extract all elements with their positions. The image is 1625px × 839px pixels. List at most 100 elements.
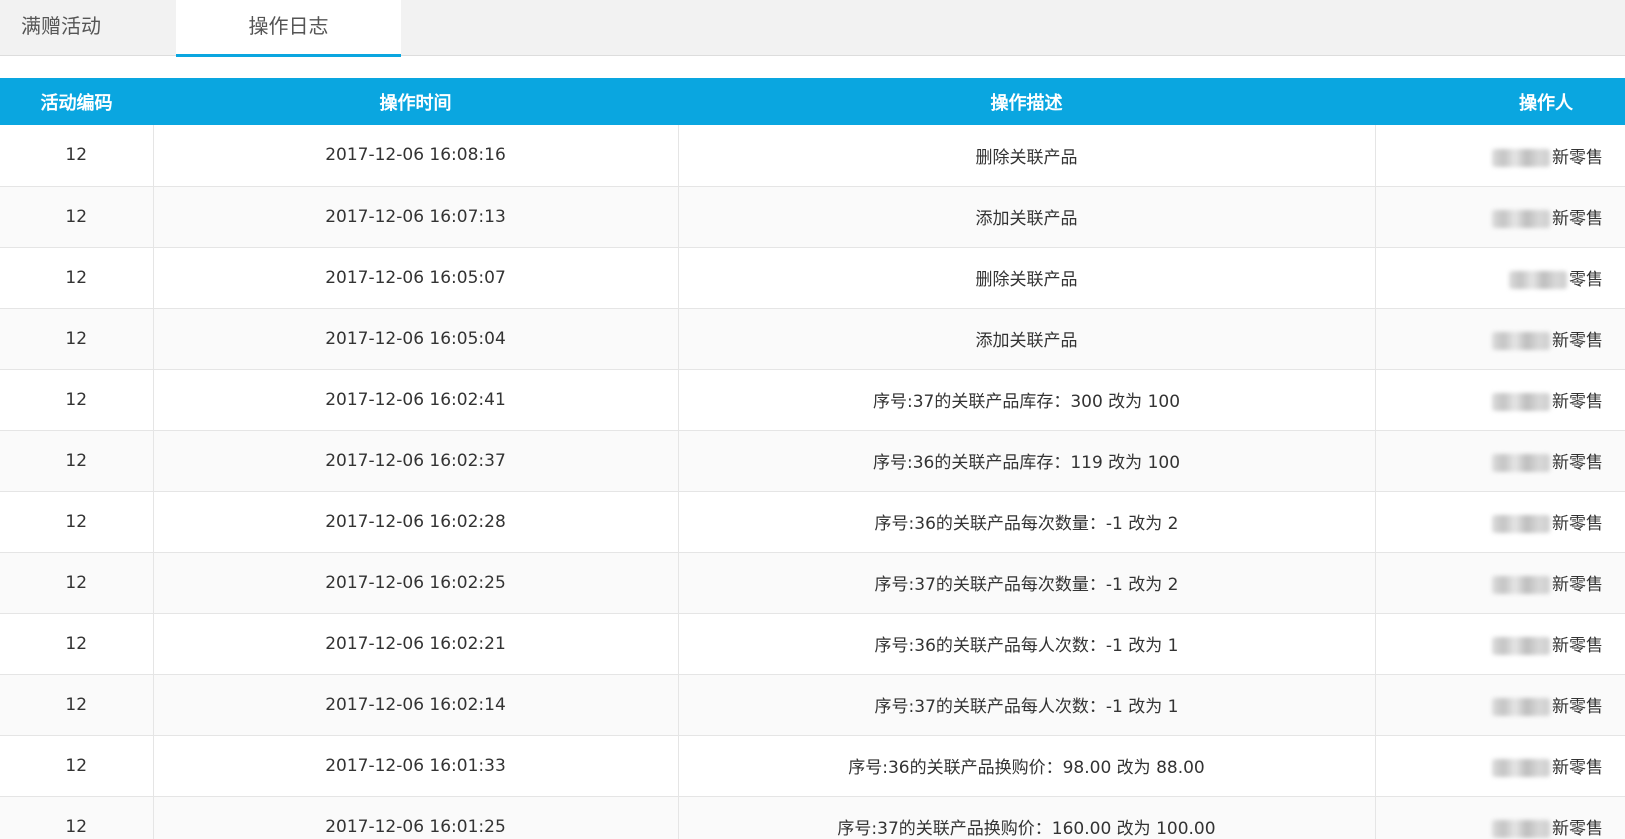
cell-activity-code: 12 (0, 674, 154, 736)
cell-op-person: 新零售 (1375, 491, 1625, 553)
cell-activity-code-text: 12 (65, 328, 88, 349)
cell-op-time: 2017-12-06 16:05:04 (153, 308, 679, 370)
cell-op-time: 2017-12-06 16:02:25 (153, 552, 679, 614)
cell-op-person: 新零售 (1375, 674, 1625, 736)
cell-op-person: 新零售 (1375, 796, 1625, 839)
cell-activity-code-text: 12 (65, 267, 88, 288)
redacted-name-blur (1509, 271, 1567, 289)
cell-activity-code-text: 12 (65, 633, 88, 654)
cell-op-desc: 添加关联产品 (678, 308, 1376, 370)
tab-operation-log[interactable]: 操作日志 (176, 0, 401, 57)
cell-op-time-text: 2017-12-06 16:08:16 (325, 145, 506, 166)
cell-op-desc: 序号:36的关联产品每人次数：-1 改为 1 (678, 613, 1376, 675)
table-row: 12 2017-12-06 16:05:07 删除关联产品 零售 (0, 247, 1625, 309)
cell-activity-code-text: 12 (65, 694, 88, 715)
cell-activity-code: 12 (0, 796, 154, 839)
redacted-name-blur (1492, 576, 1550, 594)
cell-op-time-text: 2017-12-06 16:07:13 (325, 206, 506, 227)
cell-op-desc-text: 序号:36的关联产品换购价：98.00 改为 88.00 (848, 758, 1205, 778)
cell-activity-code-text: 12 (65, 755, 88, 776)
table-row: 12 2017-12-06 16:02:37 序号:36的关联产品库存：119 改为… (0, 430, 1625, 492)
cell-activity-code: 12 (0, 552, 154, 614)
cell-activity-code: 12 (0, 308, 154, 370)
table-row: 12 2017-12-06 16:02:25 序号:37的关联产品每次数量：-1 改… (0, 552, 1625, 614)
cell-op-person-text: 新零售 (1552, 758, 1603, 778)
cell-op-person: 新零售 (1375, 735, 1625, 797)
cell-op-person-text: 新零售 (1552, 331, 1603, 351)
redacted-name-blur (1492, 820, 1550, 838)
cell-op-person-text: 新零售 (1552, 514, 1603, 534)
cell-op-person: 新零售 (1375, 186, 1625, 248)
cell-op-desc-text: 序号:37的关联产品每人次数：-1 改为 1 (874, 697, 1179, 717)
cell-op-desc-text: 序号:37的关联产品每次数量：-1 改为 2 (874, 575, 1179, 595)
operation-log-table-container: 活动编码 操作时间 操作描述 操作人 12 2017-12-06 16:08:16… (0, 78, 1625, 839)
cell-op-desc: 序号:36的关联产品库存：119 改为 100 (678, 430, 1376, 492)
cell-op-desc: 删除关联产品 (678, 125, 1376, 187)
cell-activity-code: 12 (0, 613, 154, 675)
header-op-desc: 操作描述 (990, 92, 1063, 114)
table-row: 12 2017-12-06 16:02:28 序号:36的关联产品每次数量：-1 改… (0, 491, 1625, 553)
header-op-time: 操作时间 (379, 92, 452, 114)
operation-log-table: 活动编码 操作时间 操作描述 操作人 12 2017-12-06 16:08:16… (0, 78, 1625, 839)
cell-op-time: 2017-12-06 16:07:13 (153, 186, 679, 248)
redacted-name-blur (1492, 454, 1550, 472)
cell-op-person: 新零售 (1375, 430, 1625, 492)
cell-op-desc: 序号:37的关联产品每次数量：-1 改为 2 (678, 552, 1376, 614)
cell-op-person-text: 新零售 (1552, 636, 1603, 656)
cell-op-person: 新零售 (1375, 552, 1625, 614)
cell-op-desc: 序号:36的关联产品换购价：98.00 改为 88.00 (678, 735, 1376, 797)
cell-op-time-text: 2017-12-06 16:05:04 (325, 328, 506, 349)
cell-activity-code-text: 12 (65, 206, 88, 227)
cell-op-desc-text: 序号:37的关联产品换购价：160.00 改为 100.00 (837, 819, 1216, 839)
table-row: 12 2017-12-06 16:02:14 序号:37的关联产品每人次数：-1 改… (0, 674, 1625, 736)
cell-activity-code: 12 (0, 125, 154, 187)
cell-op-desc-text: 序号:36的关联产品每次数量：-1 改为 2 (874, 514, 1179, 534)
table-header-row: 活动编码 操作时间 操作描述 操作人 (0, 78, 1625, 125)
cell-op-person-text: 新零售 (1552, 147, 1603, 168)
cell-op-time: 2017-12-06 16:05:07 (153, 247, 679, 309)
cell-op-time: 2017-12-06 16:02:28 (153, 491, 679, 553)
cell-op-time-text: 2017-12-06 16:02:25 (325, 572, 506, 593)
table-row: 12 2017-12-06 16:05:04 添加关联产品 新零售 (0, 308, 1625, 370)
cell-op-person: 新零售 (1375, 308, 1625, 370)
table-row: 12 2017-12-06 16:01:25 序号:37的关联产品换购价：160.0… (0, 796, 1625, 839)
redacted-name-blur (1492, 759, 1550, 777)
cell-activity-code: 12 (0, 430, 154, 492)
header-activity-code: 活动编码 (40, 92, 113, 114)
tab-gift-activity[interactable]: 满赠活动 (0, 0, 176, 56)
cell-op-person-text: 零售 (1569, 270, 1603, 290)
cell-op-desc: 序号:37的关联产品换购价：160.00 改为 100.00 (678, 796, 1376, 839)
cell-op-desc: 添加关联产品 (678, 186, 1376, 248)
cell-op-desc-text: 删除关联产品 (975, 147, 1078, 168)
cell-op-time-text: 2017-12-06 16:02:14 (325, 694, 506, 715)
cell-op-time: 2017-12-06 16:02:14 (153, 674, 679, 736)
cell-op-time-text: 2017-12-06 16:01:25 (325, 816, 506, 837)
cell-activity-code: 12 (0, 186, 154, 248)
tab-bar: 满赠活动 操作日志 (0, 0, 1625, 57)
cell-op-desc: 序号:37的关联产品库存：300 改为 100 (678, 369, 1376, 431)
table-row: 12 2017-12-06 16:07:13 添加关联产品 新零售 (0, 186, 1625, 248)
cell-op-desc-text: 序号:36的关联产品每人次数：-1 改为 1 (874, 636, 1179, 656)
cell-op-time-text: 2017-12-06 16:01:33 (325, 755, 506, 776)
cell-activity-code: 12 (0, 369, 154, 431)
cell-op-desc-text: 删除关联产品 (975, 270, 1078, 290)
cell-op-person: 零售 (1375, 247, 1625, 309)
cell-op-desc: 序号:36的关联产品每次数量：-1 改为 2 (678, 491, 1376, 553)
cell-op-time: 2017-12-06 16:02:41 (153, 369, 679, 431)
cell-op-person-text: 新零售 (1552, 697, 1603, 717)
table-row: 12 2017-12-06 16:01:33 序号:36的关联产品换购价：98.00… (0, 735, 1625, 797)
cell-op-time-text: 2017-12-06 16:02:41 (325, 389, 506, 410)
cell-activity-code: 12 (0, 735, 154, 797)
cell-op-time: 2017-12-06 16:02:37 (153, 430, 679, 492)
table-row: 12 2017-12-06 16:08:16 删除关联产品 新零售 (0, 125, 1625, 187)
cell-op-desc: 删除关联产品 (678, 247, 1376, 309)
cell-op-time: 2017-12-06 16:08:16 (153, 125, 679, 187)
redacted-name-blur (1492, 148, 1550, 167)
cell-activity-code-text: 12 (65, 389, 88, 410)
cell-activity-code: 12 (0, 247, 154, 309)
cell-op-desc-text: 添加关联产品 (975, 331, 1078, 351)
cell-op-person-text: 新零售 (1552, 392, 1603, 412)
redacted-name-blur (1492, 332, 1550, 350)
redacted-name-blur (1492, 698, 1550, 716)
redacted-name-blur (1492, 515, 1550, 533)
